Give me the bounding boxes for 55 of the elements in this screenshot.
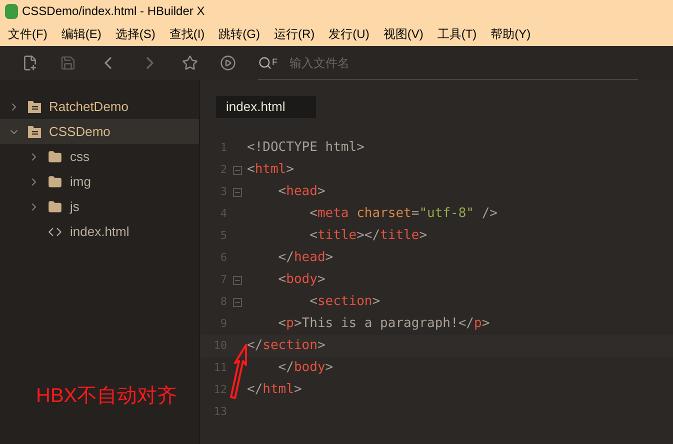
tree-item[interactable]: index.html: [0, 219, 199, 244]
code-text: <p>This is a paragraph!</p>: [277, 315, 490, 334]
fold-toggle[interactable]: [232, 298, 242, 306]
code-text: </body>: [277, 359, 334, 378]
save-icon[interactable]: [60, 55, 76, 71]
folder-icon: [48, 200, 62, 214]
code-text: <section>: [308, 293, 380, 312]
code-text: </html>: [247, 381, 302, 400]
tree-item[interactable]: RatchetDemo: [0, 94, 199, 119]
menu-item[interactable]: 工具(T): [437, 25, 477, 43]
new-file-icon[interactable]: [22, 55, 38, 71]
window-title: CSSDemo/index.html - HBuilder X: [22, 3, 205, 20]
menu-item[interactable]: 视图(V): [383, 25, 424, 43]
app-logo-icon: [5, 4, 18, 18]
star-icon[interactable]: [182, 55, 198, 71]
folder-icon: [48, 174, 62, 188]
menu-item[interactable]: 发行(U): [328, 25, 370, 43]
code-text: <body>: [277, 271, 326, 290]
tree-label: CSSDemo: [49, 122, 110, 141]
menu-item[interactable]: 文件(F): [8, 25, 48, 43]
annotation-arrow: [229, 343, 248, 399]
search-icon: [258, 56, 272, 70]
code-text: <!DOCTYPE html>: [247, 139, 364, 158]
menu-item[interactable]: 运行(R): [274, 25, 315, 43]
menu-item[interactable]: 选择(S): [115, 25, 156, 43]
code-text: </section>: [247, 337, 326, 356]
tree-item[interactable]: js: [0, 194, 199, 219]
code-text: <html>: [247, 161, 294, 180]
tree-item[interactable]: css: [0, 144, 199, 169]
folder-icon: [48, 150, 62, 164]
folder-icon: [28, 100, 41, 112]
search-mode-label: F: [272, 56, 278, 69]
code-text: <head>: [277, 183, 326, 202]
tree-label: index.html: [70, 222, 130, 241]
run-icon[interactable]: [220, 55, 236, 71]
code-text: <meta charset="utf-8" />: [308, 205, 498, 224]
folder-icon: [28, 126, 41, 138]
file-search-field[interactable]: 输入文件名: [290, 54, 490, 72]
tree-label: img: [70, 172, 91, 191]
menu-item[interactable]: 编辑(E): [61, 25, 102, 43]
fold-toggle[interactable]: [232, 276, 242, 284]
tree-label: css: [70, 148, 90, 166]
tree-label: RatchetDemo: [49, 98, 128, 116]
tree-item[interactable]: img: [0, 169, 199, 194]
fold-toggle[interactable]: [232, 166, 242, 174]
tree-item[interactable]: CSSDemo: [0, 119, 199, 144]
menu-item[interactable]: 帮助(Y): [490, 25, 531, 43]
fold-toggle[interactable]: [232, 188, 242, 196]
tree-label: js: [70, 198, 80, 216]
code-text: <title></title>: [308, 227, 428, 246]
annotation-text: HBX不自动对齐: [36, 384, 178, 409]
code-text: </head>: [277, 249, 334, 268]
menu-item[interactable]: 查找(I): [169, 25, 205, 43]
editor-tab[interactable]: index.html: [216, 96, 316, 118]
menu-item[interactable]: 跳转(G): [218, 25, 260, 43]
